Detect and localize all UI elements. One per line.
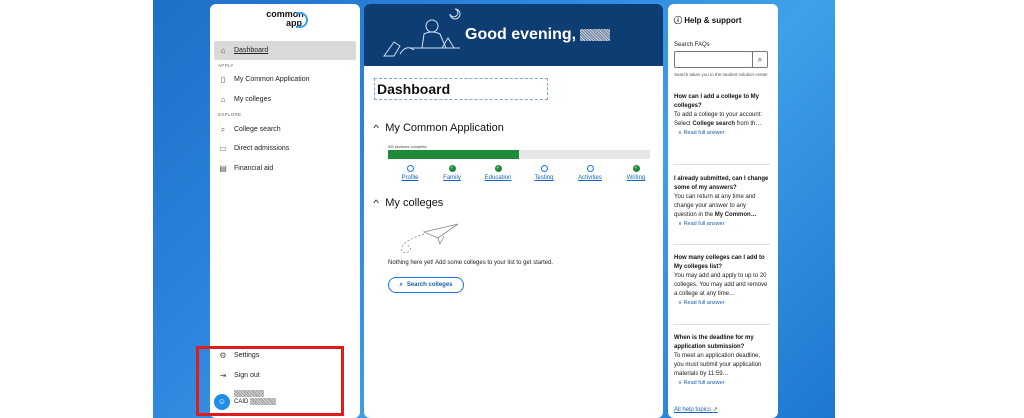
envelope-icon: ▭ <box>219 144 227 153</box>
sidebar-item-dashboard[interactable]: ⌂ Dashboard <box>214 41 356 60</box>
my-common-app-section-header[interactable]: ^ My Common Application <box>373 122 503 134</box>
step-testing[interactable]: Testing <box>524 165 564 181</box>
empty-colleges-text: Nothing here yet! Add some colleges to y… <box>388 260 554 266</box>
divider <box>674 164 770 165</box>
step-profile[interactable]: Profile <box>390 165 430 181</box>
step-family[interactable]: ✓ Family <box>432 165 472 181</box>
check-circle-icon: ✓ <box>494 165 502 172</box>
faq-item: When is the deadline for my application … <box>674 334 770 388</box>
check-circle-icon: ✓ <box>632 165 640 172</box>
sidebar-item-financial-aid[interactable]: ▤ Financial aid <box>214 159 356 178</box>
all-help-topics-link[interactable]: All help topics ↗ <box>674 406 718 413</box>
question-circle-icon: ⓘ <box>674 16 682 25</box>
divider <box>674 324 770 325</box>
paper-plane-illustration-icon <box>401 223 459 253</box>
my-colleges-section-header[interactable]: ^ My colleges <box>373 197 443 209</box>
divider <box>674 244 770 245</box>
document-icon: ▯ <box>220 75 226 84</box>
empty-circle-icon <box>540 165 548 172</box>
greeting-text: Good evening, <box>465 26 611 44</box>
search-icon: ⌕ <box>757 55 763 64</box>
home-icon: ⌂ <box>220 46 226 55</box>
faq-search-button[interactable]: ⌕ <box>752 51 768 68</box>
read-full-answer-link[interactable]: ∨ Read full answer <box>674 220 770 229</box>
highlight-box <box>196 346 344 416</box>
reading-illustration-icon <box>383 8 461 57</box>
apply-section-label: APPLY <box>218 63 234 68</box>
common-app-logo[interactable]: common app <box>210 10 360 28</box>
help-panel: ⓘ Help & support Search FAQs ⌕ Search ta… <box>668 4 778 418</box>
progress-bar-fill <box>388 150 519 159</box>
step-education[interactable]: ✓ Education <box>478 165 518 181</box>
sidebar-item-direct-admissions[interactable]: ▭ Direct admissions <box>214 139 356 158</box>
search-icon: ⌕ <box>220 124 226 134</box>
chevron-up-icon: ^ <box>373 123 379 133</box>
faq-item: I already submitted, can I change some o… <box>674 176 770 229</box>
empty-circle-icon <box>586 165 594 172</box>
read-full-answer-link[interactable]: ∨ Read full answer <box>674 379 770 388</box>
external-link-icon: ↗ <box>712 407 718 413</box>
sidebar-item-college-search[interactable]: ⌕ College search <box>214 120 356 139</box>
graduation-cap-icon: ⌂ <box>220 95 226 104</box>
progress-label: 3/6 sections complete <box>388 144 427 149</box>
check-circle-icon: ✓ <box>448 165 456 172</box>
faq-item: How can I add a college to My colleges? … <box>674 93 770 138</box>
step-activities[interactable]: Activities <box>570 165 610 181</box>
sidebar-item-my-common-app[interactable]: ▯ My Common Application <box>214 70 356 89</box>
help-title: ⓘ Help & support <box>674 16 742 25</box>
page-title: Dashboard <box>374 78 548 100</box>
read-full-answer-link[interactable]: ∨ Read full answer <box>674 129 770 138</box>
faq-search-hint: Search takes you to the student solution… <box>674 72 768 77</box>
step-writing[interactable]: ✓ Writing <box>616 165 656 181</box>
faq-search-label: Search FAQs <box>674 42 710 48</box>
search-colleges-button[interactable]: ⌕ Search colleges <box>388 277 464 293</box>
sidebar-item-my-colleges[interactable]: ⌂ My colleges <box>214 90 356 109</box>
bank-icon: ▤ <box>219 164 227 173</box>
empty-circle-icon <box>406 165 414 172</box>
welcome-banner: Good evening, <box>364 4 663 66</box>
read-full-answer-link[interactable]: ∨ Read full answer <box>674 299 770 308</box>
faq-search-input[interactable] <box>674 51 753 68</box>
explore-section-label: EXPLORE <box>218 112 242 117</box>
search-icon: ⌕ <box>399 281 403 288</box>
redacted-name <box>580 28 611 41</box>
faq-item: How many colleges can I add to My colleg… <box>674 254 770 308</box>
chevron-up-icon: ^ <box>373 198 379 208</box>
progress-bar <box>388 150 650 159</box>
main-panel: Good evening, Dashboard ^ My Common Appl… <box>364 4 663 418</box>
